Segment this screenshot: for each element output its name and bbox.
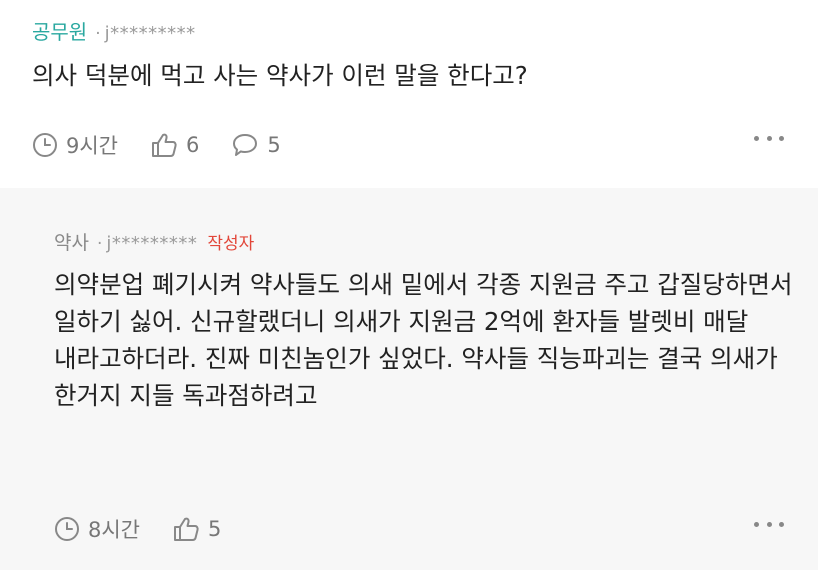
more-icon[interactable] [754,514,784,534]
comment: 공무원 · j********* 의사 덕분에 먹고 사는 약사가 이런 말을 … [0,0,818,188]
time-label: 9시간 [66,134,119,158]
like-count: 5 [208,517,222,541]
meta-separator: · [96,234,103,254]
clock-icon [33,133,57,157]
writer-badge: 작성자 [207,234,255,254]
user-id: j********* [104,23,196,44]
like-count: 6 [186,133,200,157]
author-name[interactable]: 약사 [54,228,89,255]
reply-count: 5 [267,133,281,157]
comment-meta: 공무원 · j********* [32,16,196,45]
reply-comment: 약사 · j********* 작성자 의약분업 폐기시켜 약사들도 의새 밑에… [0,188,818,570]
clock-icon [55,517,79,541]
comment-text: 의약분업 폐기시켜 약사들도 의새 밑에서 각종 지원금 주고 갑질당하면서 일… [54,270,793,410]
comment-actions: 8시간 5 [54,514,253,544]
like-button[interactable]: 5 [172,516,221,542]
comment-meta: 약사 · j********* 작성자 [54,228,254,255]
thumbs-up-icon [152,133,177,157]
time-label: 8시간 [88,518,141,542]
comment-actions: 9시간 6 5 [32,130,313,160]
timestamp: 9시간 [32,130,118,160]
speech-bubble-icon [233,134,258,156]
thumbs-up-icon [174,517,199,541]
reply-button[interactable]: 5 [231,132,281,158]
more-icon[interactable] [754,128,784,148]
comment-text: 의사 덕분에 먹고 사는 약사가 이런 말을 한다고? [32,61,528,90]
author-name[interactable]: 공무원 [32,16,87,45]
timestamp: 8시간 [54,514,140,544]
like-button[interactable]: 6 [150,132,199,158]
user-id: j********* [106,233,198,254]
meta-separator: · [95,24,101,44]
